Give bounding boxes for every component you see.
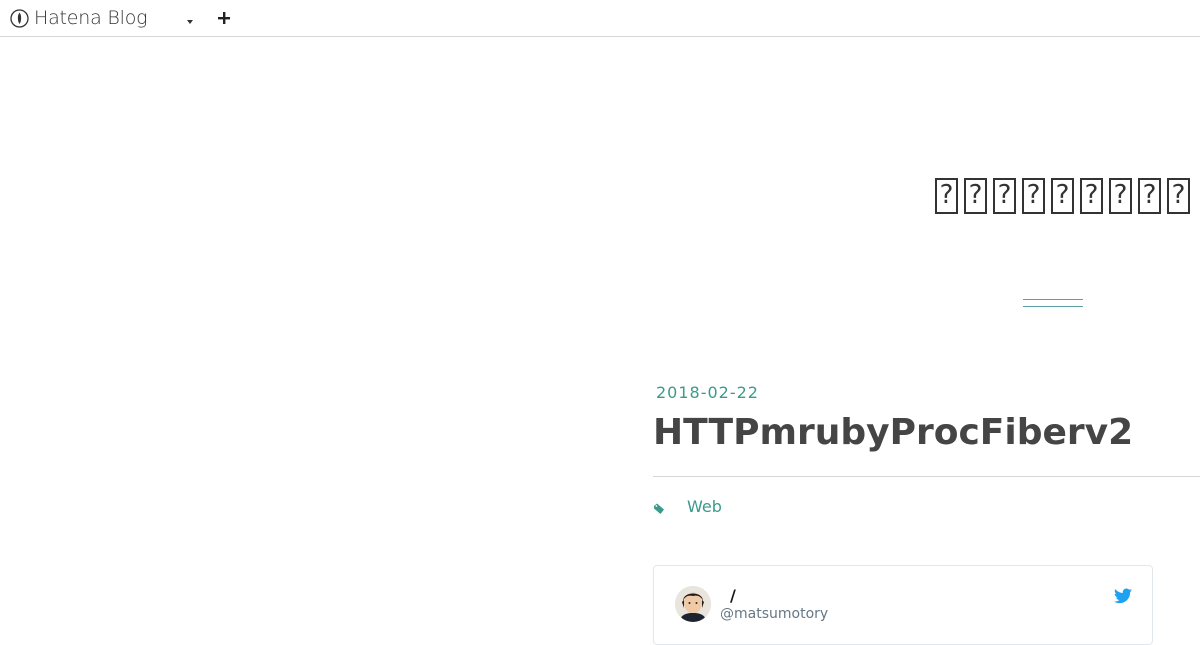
hatena-blog-logo-link[interactable]: Hatena Blog xyxy=(10,7,148,29)
blog-menu-dropdown[interactable] xyxy=(183,12,197,26)
blog-title-glyph: ? xyxy=(1022,178,1045,214)
blog-title-glyph: ? xyxy=(1080,178,1103,214)
tweet-author-name[interactable]: / xyxy=(730,586,736,605)
rule-line-bottom xyxy=(1023,306,1083,307)
blog-title-glyph: ? xyxy=(1167,178,1190,214)
entry-divider xyxy=(653,476,1200,477)
entry-date-link[interactable]: 2018-02-22 xyxy=(656,383,759,402)
tweet-author-handle[interactable]: @matsumotory xyxy=(720,606,828,622)
avatar[interactable] xyxy=(675,586,711,622)
plus-icon xyxy=(218,9,230,28)
blog-title-glyph: ? xyxy=(1109,178,1132,214)
title-decoration-rule xyxy=(1023,299,1083,309)
blog-title-glyph: ? xyxy=(1138,178,1161,214)
hatena-pen-icon xyxy=(10,8,29,28)
embedded-tweet-card[interactable]: / @matsumotory xyxy=(653,565,1153,645)
rule-line-top xyxy=(1023,299,1083,300)
entry-categories: Web xyxy=(653,494,722,518)
logo-text: Hatena Blog xyxy=(34,7,148,29)
entry-title[interactable]: HTTPmrubyProcFiberv2 xyxy=(653,411,1133,455)
twitter-bird-icon[interactable] xyxy=(1114,588,1132,604)
category-link-web[interactable]: Web xyxy=(687,497,722,516)
caret-down-icon xyxy=(186,10,194,29)
blog-title-glyph: ? xyxy=(993,178,1016,214)
tag-icon xyxy=(653,500,665,514)
blog-title[interactable]: ????????? xyxy=(935,178,1193,222)
add-entry-button[interactable] xyxy=(215,9,233,27)
global-header: Hatena Blog xyxy=(0,0,1200,37)
blog-title-glyph: ? xyxy=(964,178,987,214)
blog-title-glyph: ? xyxy=(935,178,958,214)
blog-title-glyph: ? xyxy=(1051,178,1074,214)
